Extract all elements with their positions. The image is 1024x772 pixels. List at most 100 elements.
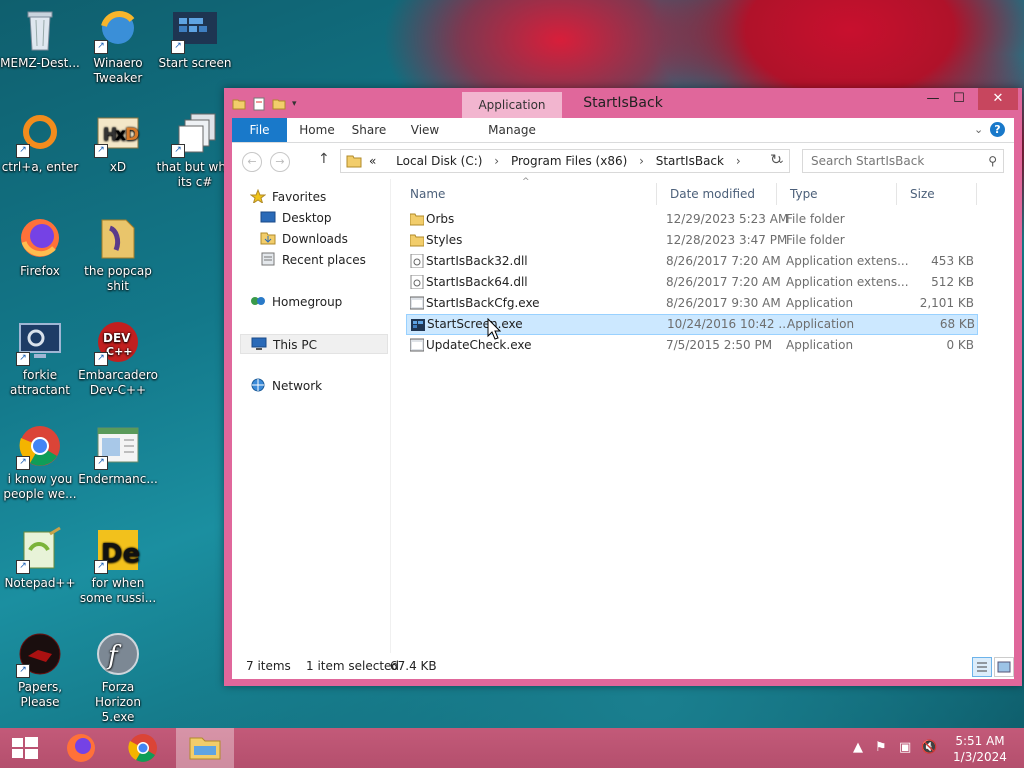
desktop: MEMZ-Dest... ↗ ctrl+a, enter Firefox ↗ f…	[0, 0, 1024, 728]
forward-button[interactable]: →	[270, 152, 290, 172]
minimize-button[interactable]: —	[918, 88, 948, 110]
refresh-icon[interactable]: ↻	[766, 150, 786, 170]
desktop-icon-xd[interactable]: HxD ↗ xD	[78, 110, 158, 175]
devcpp-icon: DEV C++ ↗	[94, 318, 142, 366]
file-row-startisback64[interactable]: StartIsBack64.dll 8/26/2017 7:20 AM Appl…	[406, 272, 976, 293]
ribbon-tabs: File Home Share View Manage ⌄ ?	[232, 118, 1014, 143]
address-bar[interactable]: « Local Disk (C:) › Program Files (x86) …	[340, 149, 790, 173]
breadcrumb: « Local Disk (C:) › Program Files (x86) …	[369, 150, 749, 172]
taskbar-firefox[interactable]	[54, 728, 108, 768]
column-divider[interactable]	[896, 183, 897, 205]
desktop-icon-chrome-shortcut[interactable]: ↗ i know you people we...	[0, 422, 80, 502]
back-button[interactable]: ←	[242, 152, 262, 172]
desktop-icon-papers-please[interactable]: ↗ Papers, Please	[0, 630, 80, 710]
desktop-icon-ctrl-a[interactable]: ↗ ctrl+a, enter	[0, 110, 80, 175]
up-arrow-icon[interactable]: ↑	[318, 151, 330, 167]
taskbar-chrome[interactable]	[116, 728, 170, 768]
de-icon: De ↗	[94, 526, 142, 574]
network-icon[interactable]: ▣	[899, 740, 911, 755]
close-button[interactable]: ✕	[978, 88, 1018, 110]
column-divider[interactable]	[656, 183, 657, 205]
shortcut-arrow-icon: ↗	[94, 40, 108, 54]
column-header-date[interactable]: Date modified	[670, 183, 755, 205]
tab-view[interactable]: View	[400, 118, 450, 142]
nav-recent-places[interactable]: Recent places	[260, 250, 366, 270]
start-button[interactable]	[0, 728, 50, 768]
file-row-orbs[interactable]: Orbs 12/29/2023 5:23 AM File folder	[406, 209, 976, 230]
breadcrumb-separator[interactable]: ›	[736, 154, 741, 168]
nav-this-pc[interactable]: This PC	[240, 334, 388, 354]
tab-file[interactable]: File	[232, 118, 287, 142]
column-divider[interactable]	[976, 183, 977, 205]
exe-icon	[410, 296, 424, 310]
desktop-icon-popcap[interactable]: the popcap shit	[78, 214, 158, 294]
tab-share[interactable]: Share	[344, 118, 394, 142]
help-button[interactable]: ?	[990, 122, 1005, 137]
search-input[interactable]: Search StartIsBack ⚲	[802, 149, 1004, 173]
downloads-icon	[260, 231, 276, 245]
nav-downloads[interactable]: Downloads	[260, 229, 348, 249]
tab-manage[interactable]: Manage	[462, 118, 562, 142]
flag-icon[interactable]: ⚑	[875, 740, 887, 755]
status-item-count: 7 items	[246, 659, 291, 673]
search-icon[interactable]: ⚲	[988, 150, 997, 172]
shortcut-arrow-icon: ↗	[94, 352, 108, 366]
column-header-size[interactable]: Size	[910, 183, 935, 205]
breadcrumb-startisback[interactable]: StartIsBack	[656, 154, 724, 168]
column-header-type[interactable]: Type	[790, 183, 818, 205]
desktop-icon-notepadpp[interactable]: ↗ Notepad++	[0, 526, 80, 591]
folder-icon	[346, 155, 362, 168]
tab-home[interactable]: Home	[292, 118, 342, 142]
svg-text:D: D	[125, 125, 139, 145]
explorer-window: ▾ Application Tools StartIsBack — ☐ ✕ Fi…	[224, 88, 1022, 686]
chrome-icon: ↗	[16, 422, 64, 470]
clock-date[interactable]: 1/3/2024	[945, 750, 1015, 764]
volume-muted-icon[interactable]: 🔇	[921, 740, 937, 755]
shortcut-arrow-icon: ↗	[16, 144, 30, 158]
chrome-icon	[128, 734, 157, 762]
breadcrumb-overflow[interactable]: «	[369, 154, 376, 168]
file-row-styles[interactable]: Styles 12/28/2023 3:47 PM File folder	[406, 230, 976, 251]
column-header-name[interactable]: Name	[410, 183, 445, 205]
file-row-startisbackcfg[interactable]: StartIsBackCfg.exe 8/26/2017 9:30 AM App…	[406, 293, 976, 314]
desktop-icon-de[interactable]: De ↗ for when some russi...	[78, 526, 158, 606]
clock-time[interactable]: 5:51 AM	[945, 734, 1015, 748]
this-pc-icon	[251, 337, 267, 351]
papers-please-icon: ↗	[16, 630, 64, 678]
desktop-icon-forkie[interactable]: ↗ forkie attractant	[0, 318, 80, 398]
desktop-icon-recycle-bin[interactable]: MEMZ-Dest...	[0, 6, 80, 71]
window-app-icon: ↗	[94, 422, 142, 470]
desktop-icon-that-but[interactable]: ↗ that but whe its c#	[155, 110, 235, 190]
breadcrumb-program-files[interactable]: Program Files (x86)	[511, 154, 627, 168]
desktop-icon-firefox[interactable]: Firefox	[0, 214, 80, 279]
nav-desktop[interactable]: Desktop	[260, 208, 332, 228]
desktop-icon-winaero[interactable]: ↗ Winaero Tweaker	[78, 6, 158, 86]
taskbar: ▲ ⚑ ▣ 🔇 5:51 AM 1/3/2024	[0, 728, 1024, 770]
shortcut-arrow-icon: ↗	[94, 144, 108, 158]
chevron-up-icon[interactable]: ▲	[853, 740, 863, 755]
maximize-button[interactable]: ☐	[948, 88, 970, 110]
nav-homegroup[interactable]: Homegroup	[250, 292, 342, 312]
monitor-gear-icon: ↗	[16, 318, 64, 366]
breadcrumb-separator[interactable]: ›	[494, 154, 499, 168]
taskbar-file-explorer[interactable]	[176, 728, 234, 770]
desktop-icon-devcpp[interactable]: DEV C++ ↗ Embarcadero Dev-C++	[78, 318, 158, 398]
desktop-icon-forza[interactable]: f Forza Horizon 5.exe	[78, 630, 158, 725]
shortcut-arrow-icon: ↗	[94, 456, 108, 470]
column-divider[interactable]	[776, 183, 777, 205]
desktop-icon-start-screen[interactable]: ↗ Start screen	[155, 6, 235, 71]
nav-network[interactable]: Network	[250, 376, 322, 396]
details-view-button[interactable]	[972, 657, 992, 677]
exe-icon	[410, 338, 424, 352]
expand-ribbon-chevron-icon[interactable]: ⌄	[974, 118, 983, 142]
desktop-icon-endermanch[interactable]: ↗ Endermanc...	[78, 422, 158, 487]
shortcut-arrow-icon: ↗	[94, 560, 108, 574]
title-bar[interactable]: ▾ Application Tools StartIsBack — ☐ ✕	[224, 88, 1022, 138]
svg-text:C++: C++	[106, 345, 133, 358]
breadcrumb-local-disk[interactable]: Local Disk (C:)	[396, 154, 482, 168]
file-row-startisback32[interactable]: StartIsBack32.dll 8/26/2017 7:20 AM Appl…	[406, 251, 976, 272]
breadcrumb-separator[interactable]: ›	[639, 154, 644, 168]
nav-favorites[interactable]: Favorites	[249, 187, 326, 207]
status-bar: 7 items 1 item selected 67.4 KB	[232, 653, 1014, 679]
large-icons-view-button[interactable]	[994, 657, 1014, 677]
